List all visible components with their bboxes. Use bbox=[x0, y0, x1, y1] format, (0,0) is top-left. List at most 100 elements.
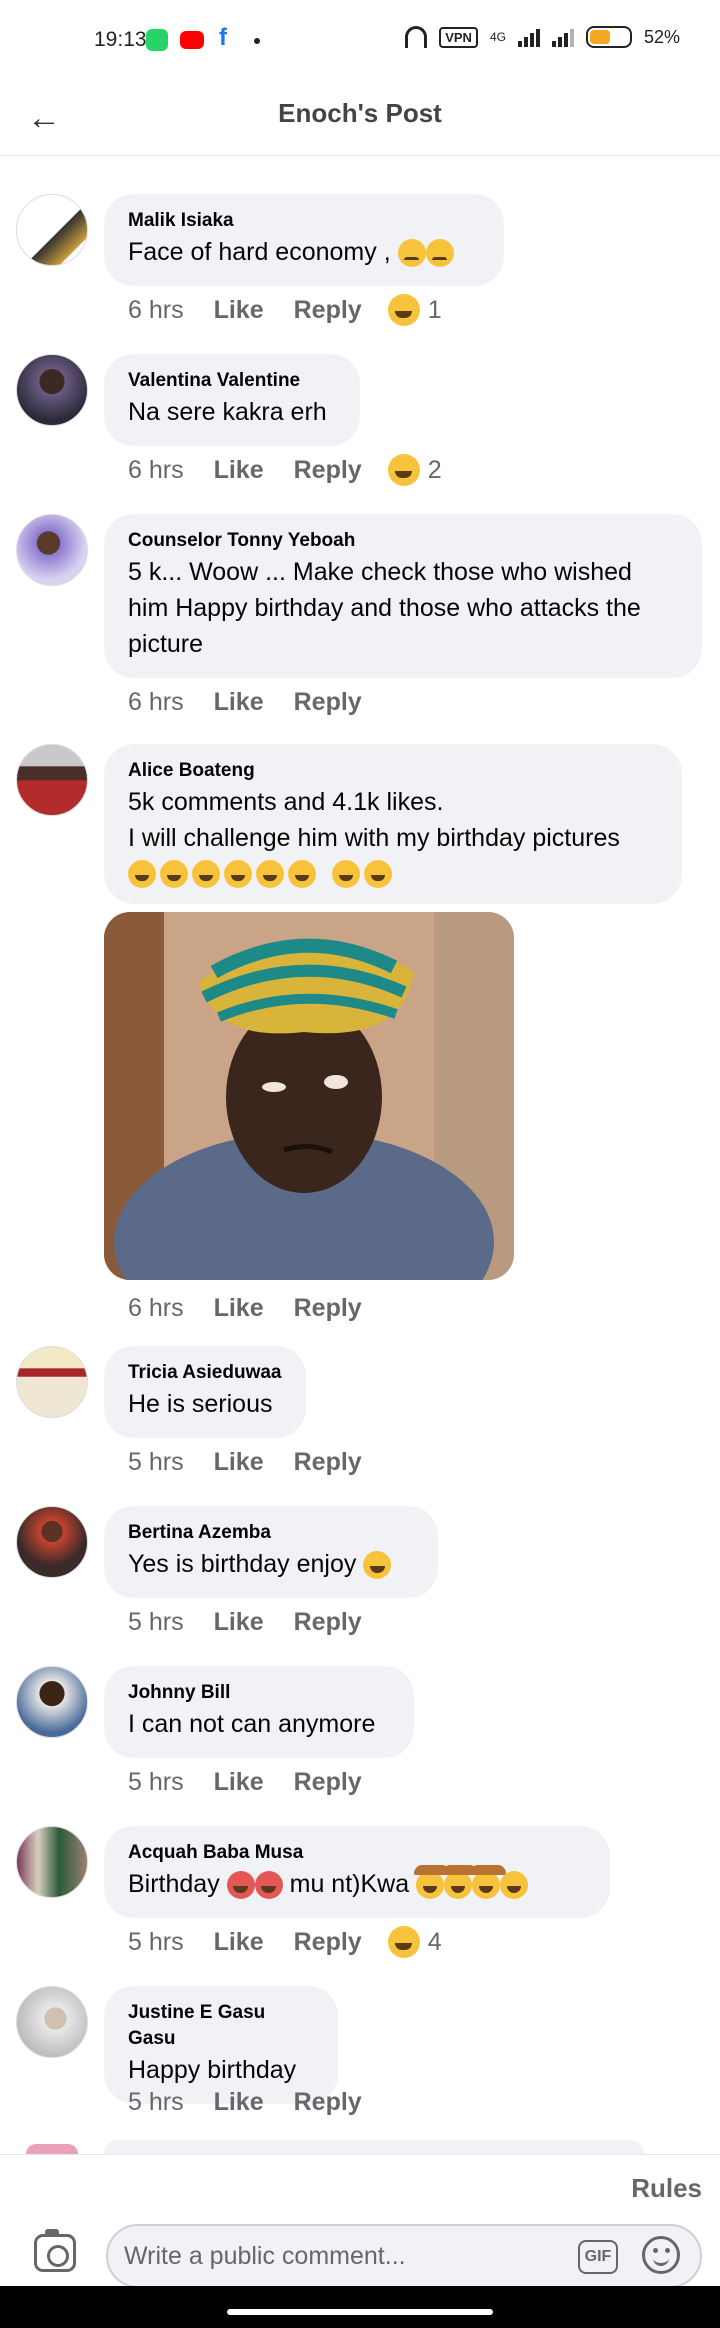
comment-text: Face of hard economy , bbox=[128, 234, 480, 270]
comment-text: He is serious bbox=[128, 1390, 273, 1418]
emoji-row bbox=[128, 860, 658, 888]
comment-bubble[interactable]: Johnny Bill I can not can anymore bbox=[104, 1666, 414, 1758]
grinning-emoji-icon bbox=[500, 1871, 529, 1900]
comment-text: Yes is birthday enjoy bbox=[128, 1546, 414, 1582]
avatar[interactable] bbox=[16, 1666, 88, 1738]
youtube-icon bbox=[180, 31, 204, 49]
like-button[interactable]: Like bbox=[214, 688, 264, 717]
like-button[interactable]: Like bbox=[214, 1608, 264, 1637]
cowboy-emoji-icon bbox=[470, 1865, 507, 1900]
comment-bubble[interactable]: Acquah Baba Musa Birthday mu nt)Kwa bbox=[104, 1826, 610, 1918]
avatar[interactable] bbox=[16, 354, 88, 426]
comment-author[interactable]: Alice Boateng bbox=[128, 758, 658, 784]
comment-author[interactable]: Tricia Asieduwaa bbox=[128, 1360, 282, 1386]
comment-bubble[interactable]: Malik Isiaka Face of hard economy , bbox=[104, 194, 504, 286]
reaction-summary[interactable]: 4 bbox=[387, 1926, 442, 1958]
reply-button[interactable]: Reply bbox=[294, 1928, 362, 1957]
comment-text: 5k comments and 4.1k likes. I will chall… bbox=[128, 784, 658, 888]
reaction-count: 1 bbox=[427, 295, 442, 324]
reply-button[interactable]: Reply bbox=[294, 1448, 362, 1477]
reply-button[interactable]: Reply bbox=[294, 296, 362, 325]
comment-author[interactable]: Malik Isiaka bbox=[128, 208, 480, 234]
comment-bubble[interactable]: Valentina Valentine Na sere kakra erh bbox=[104, 354, 360, 446]
facebook-icon: f bbox=[219, 24, 227, 51]
comment-time: 5 hrs bbox=[128, 1767, 184, 1796]
reply-button[interactable]: Reply bbox=[294, 1294, 362, 1323]
reply-button[interactable]: Reply bbox=[294, 2088, 362, 2117]
balloon-icon bbox=[254, 1871, 283, 1900]
comment-time: 6 hrs bbox=[128, 1293, 184, 1322]
comment-time: 5 hrs bbox=[128, 2087, 184, 2116]
comment-time: 5 hrs bbox=[128, 1607, 184, 1636]
comment-author[interactable]: Acquah Baba Musa bbox=[128, 1840, 586, 1866]
reply-button[interactable]: Reply bbox=[294, 688, 362, 717]
haha-reaction-icon bbox=[387, 294, 420, 326]
comment-author[interactable]: Counselor Tonny Yeboah bbox=[128, 528, 678, 554]
avatar[interactable] bbox=[16, 1506, 88, 1578]
comment-text: 5 k... Woow ... Make check those who wis… bbox=[128, 558, 641, 658]
person-in-headwrap-image bbox=[104, 912, 514, 1280]
comment-meta: 6 hrs Like Reply bbox=[128, 1290, 388, 1326]
comment-photo[interactable] bbox=[104, 912, 514, 1280]
comment-time: 6 hrs bbox=[128, 687, 184, 716]
emoji-icon[interactable] bbox=[642, 2236, 680, 2274]
avatar[interactable] bbox=[16, 744, 88, 816]
comment-time: 5 hrs bbox=[128, 1927, 184, 1956]
comment-composer: GIF bbox=[0, 2224, 720, 2288]
comment-meta: 6 hrs Like Reply 2 bbox=[128, 452, 442, 488]
haha-reaction-icon bbox=[387, 454, 420, 486]
home-indicator[interactable] bbox=[227, 2309, 493, 2315]
party-popper-icon bbox=[226, 1871, 255, 1900]
comment-meta: 5 hrs Like Reply 4 bbox=[128, 1924, 442, 1960]
comment-text: Birthday mu nt)Kwa bbox=[128, 1865, 586, 1902]
avatar[interactable] bbox=[16, 1986, 88, 2058]
haha-reaction-icon bbox=[387, 1926, 420, 1958]
like-button[interactable]: Like bbox=[214, 1768, 264, 1797]
avatar[interactable] bbox=[16, 194, 88, 266]
rules-link[interactable]: Rules bbox=[631, 2173, 702, 2204]
like-button[interactable]: Like bbox=[214, 1448, 264, 1477]
reaction-count: 4 bbox=[427, 1927, 442, 1956]
laughing-emoji-icon bbox=[256, 860, 284, 888]
comment-bubble[interactable]: Tricia Asieduwaa He is serious bbox=[104, 1346, 306, 1438]
system-nav-bar bbox=[0, 2286, 720, 2328]
comment-author[interactable]: Justine E Gasu Gasu bbox=[128, 2000, 314, 2052]
comment-time: 6 hrs bbox=[128, 455, 184, 484]
status-bar: 19:13 f VPN 4G 52% bbox=[0, 0, 720, 84]
like-button[interactable]: Like bbox=[214, 1928, 264, 1957]
like-button[interactable]: Like bbox=[214, 296, 264, 325]
comment-author[interactable]: Johnny Bill bbox=[128, 1680, 390, 1706]
comment-author[interactable]: Valentina Valentine bbox=[128, 368, 336, 394]
comment-meta: 6 hrs Like Reply bbox=[128, 684, 388, 720]
comment-time: 6 hrs bbox=[128, 295, 184, 324]
laughing-emoji-icon bbox=[192, 860, 220, 888]
battery-icon bbox=[585, 26, 632, 48]
reaction-summary[interactable]: 1 bbox=[387, 294, 442, 326]
gif-button[interactable]: GIF bbox=[578, 2240, 618, 2274]
cowboy-emoji-icon bbox=[414, 1865, 451, 1900]
comment-time: 5 hrs bbox=[128, 1447, 184, 1476]
camera-icon[interactable] bbox=[34, 2229, 76, 2272]
comment-meta: 5 hrs Like Reply bbox=[128, 1604, 388, 1640]
avatar[interactable] bbox=[16, 514, 88, 586]
like-button[interactable]: Like bbox=[214, 456, 264, 485]
avatar[interactable] bbox=[16, 1346, 88, 1418]
laughing-emoji-icon bbox=[224, 860, 252, 888]
comment-text: I can not can anymore bbox=[128, 1710, 376, 1738]
comment-bubble[interactable]: Counselor Tonny Yeboah 5 k... Woow ... M… bbox=[104, 514, 702, 678]
comment-meta: 5 hrs Like Reply bbox=[128, 2084, 388, 2120]
reply-button[interactable]: Reply bbox=[294, 1768, 362, 1797]
next-comment-peek bbox=[104, 2140, 644, 2154]
comment-bubble[interactable]: Alice Boateng 5k comments and 4.1k likes… bbox=[104, 744, 682, 904]
reply-button[interactable]: Reply bbox=[294, 456, 362, 485]
notification-dot-icon bbox=[254, 38, 260, 44]
reaction-summary[interactable]: 2 bbox=[387, 454, 442, 486]
avatar[interactable] bbox=[16, 1826, 88, 1898]
reply-button[interactable]: Reply bbox=[294, 1608, 362, 1637]
post-header: ← Enoch's Post bbox=[0, 84, 720, 156]
like-button[interactable]: Like bbox=[214, 2088, 264, 2117]
status-time: 19:13 bbox=[94, 28, 147, 51]
comment-author[interactable]: Bertina Azemba bbox=[128, 1520, 414, 1546]
like-button[interactable]: Like bbox=[214, 1294, 264, 1323]
comment-bubble[interactable]: Bertina Azemba Yes is birthday enjoy bbox=[104, 1506, 438, 1598]
